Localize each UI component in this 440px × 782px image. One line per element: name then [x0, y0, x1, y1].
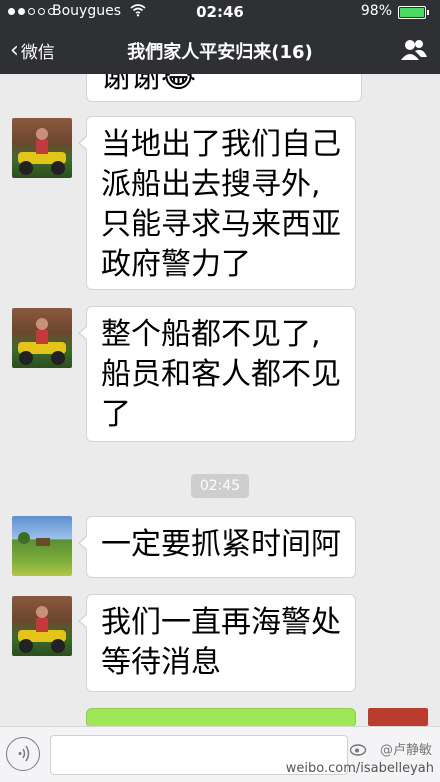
message-bubble: 一定要抓紧时间阿: [78, 516, 356, 578]
sender-avatar[interactable]: [12, 596, 72, 656]
weibo-icon: [350, 744, 367, 756]
own-avatar[interactable]: [368, 708, 428, 726]
watermark-url: weibo.com/isabelleyah: [285, 761, 434, 776]
chat-title: 我們家人平安归来(16): [127, 42, 313, 63]
group-members-icon[interactable]: [400, 38, 428, 62]
message-bubble: 当地出了我们自己 派船出去搜寻外, 只能寻求马来西亚 政府警力了: [78, 116, 356, 290]
watermark-handle: @卢静敏: [379, 743, 432, 758]
chat-header: ‹ 微信 我們家人平安归来(16): [0, 26, 440, 74]
voice-icon: [18, 745, 30, 762]
sender-avatar[interactable]: [12, 308, 72, 368]
status-bar: Bouygues 02:46 98%: [0, 0, 440, 26]
sender-avatar[interactable]: [12, 118, 72, 178]
input-bar: @卢静敏 weibo.com/isabelleyah: [0, 726, 440, 782]
message-bubble: 谢谢😂: [86, 74, 362, 102]
message-bubble: 整个船都不见了, 船员和客人都不见 了: [78, 306, 356, 442]
battery-icon: [398, 6, 429, 19]
voice-input-button[interactable]: [6, 737, 40, 771]
message-text: 谢谢😂: [101, 74, 197, 95]
battery-percent: 98%: [360, 3, 392, 19]
sender-avatar[interactable]: [12, 516, 72, 576]
message-bubble: 我们一直再海警处 等待消息: [78, 594, 356, 692]
own-message-bubble: [86, 708, 356, 728]
message-timestamp: 02:45: [191, 474, 249, 498]
